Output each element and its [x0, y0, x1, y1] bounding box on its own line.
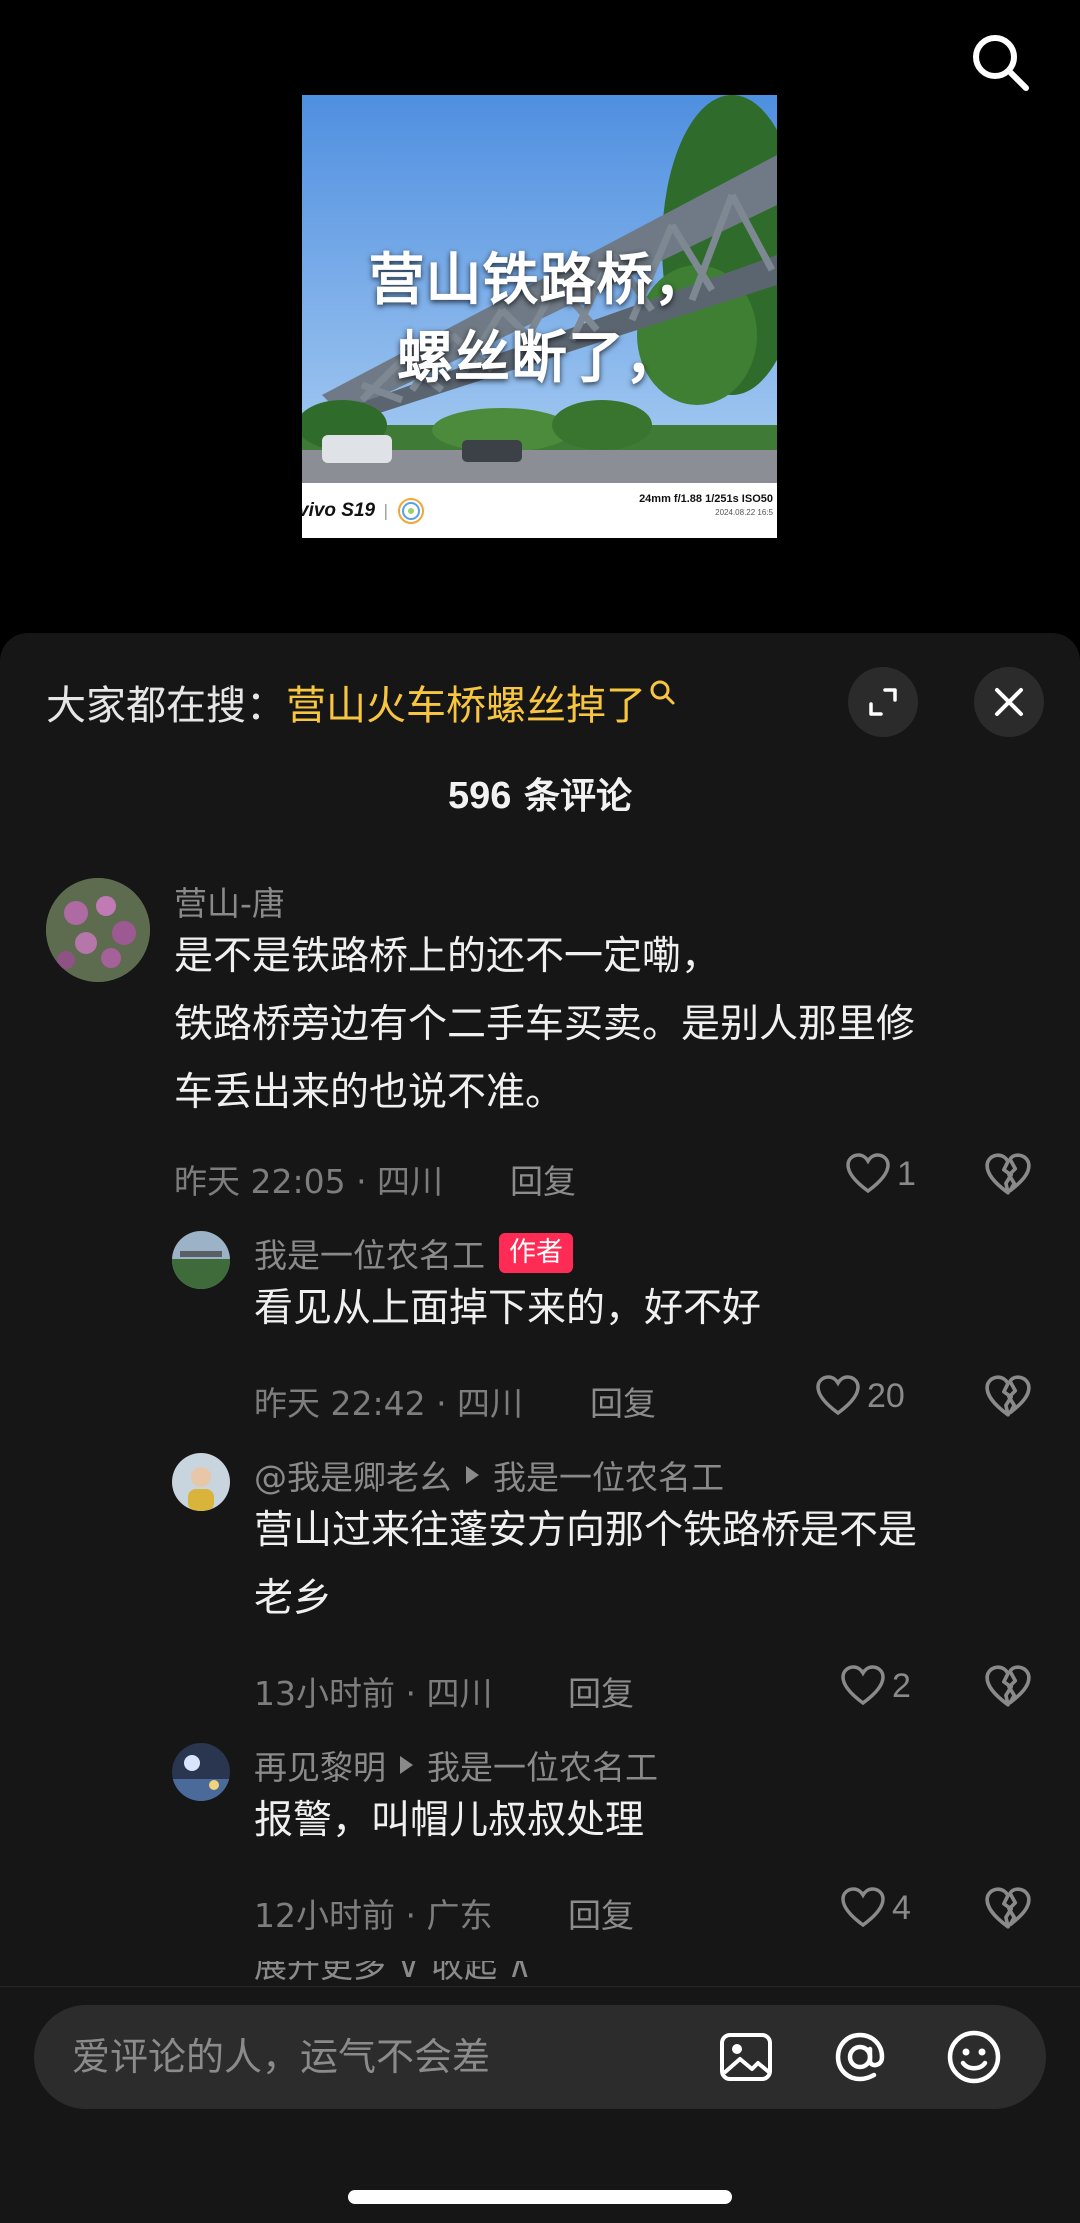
- avatar[interactable]: [172, 1453, 230, 1511]
- image-icon: [720, 2033, 772, 2081]
- expand-collapse-text: 展开更多 ∨ 收起 ∧: [254, 1961, 532, 1985]
- comment-input-placeholder[interactable]: 爱评论的人，运气不会差: [72, 2005, 490, 2109]
- like-count: 20: [867, 1376, 905, 1415]
- comment-author[interactable]: 营山-唐: [174, 877, 285, 925]
- reply-arrow-icon: [400, 1756, 413, 1774]
- emoji-icon: [947, 2030, 1001, 2084]
- expand-sheet-button[interactable]: [848, 667, 918, 737]
- mention-button[interactable]: [830, 2027, 890, 2087]
- close-icon: [995, 688, 1023, 716]
- search-small-icon: [650, 680, 675, 705]
- trending-search[interactable]: 大家都在搜： 营山火车桥螺丝掉了: [46, 673, 676, 731]
- reply-button[interactable]: 回复: [568, 1667, 634, 1715]
- exif-info: 24mm f/1.88 1/251s ISO50 2024.08.22 16:5: [639, 493, 773, 517]
- comments-sheet: 大家都在搜： 营山火车桥螺丝掉了 596 条评论 营山-唐 是不是铁路桥上的还不…: [0, 633, 1080, 2223]
- avatar[interactable]: [172, 1231, 230, 1289]
- broken-heart-icon[interactable]: [984, 1151, 1032, 1199]
- comment-author-name: 再见黎明: [254, 1748, 386, 1787]
- comment-input[interactable]: 爱评论的人，运气不会差: [34, 2005, 1046, 2109]
- reply-button[interactable]: 回复: [510, 1155, 576, 1203]
- comment-input-area: 爱评论的人，运气不会差: [0, 1986, 1080, 2223]
- reply-to-name: 我是一位农名工: [427, 1748, 658, 1787]
- comment-meta: 昨天 22:05 · 四川: [174, 1162, 444, 1201]
- broken-heart-icon[interactable]: [984, 1885, 1032, 1933]
- exif-settings: 24mm f/1.88 1/251s ISO50: [639, 493, 773, 505]
- comment-count-number: 596: [448, 775, 512, 817]
- comment-text: 报警，叫帽儿叔叔处理: [254, 1798, 645, 1843]
- comment-count: 596 条评论: [0, 767, 1080, 819]
- comment-text-line2: 铁路桥旁边有个二手车买卖。是别人那里修: [174, 1002, 916, 1047]
- image-button[interactable]: [716, 2027, 776, 2087]
- trending-search-label: 大家都在搜：: [46, 683, 286, 729]
- reply-arrow-icon: [466, 1466, 479, 1484]
- home-indicator[interactable]: [348, 2190, 732, 2204]
- comment-meta: 12小时前 · 广东: [254, 1896, 493, 1935]
- reply-button[interactable]: 回复: [590, 1377, 656, 1425]
- emoji-button[interactable]: [944, 2027, 1004, 2087]
- search-icon: [973, 35, 1029, 91]
- video-caption-line1: 营山铁路桥，: [368, 248, 711, 313]
- video-player[interactable]: 营山铁路桥， 螺丝断了， vivo S19 | 24mm f/1.88 1/25…: [0, 0, 1080, 640]
- broken-heart-icon[interactable]: [984, 1663, 1032, 1711]
- like-count: 4: [892, 1888, 911, 1927]
- video-caption-line2: 螺丝断了，: [397, 326, 682, 391]
- video-thumbnail[interactable]: 营山铁路桥， 螺丝断了， vivo S19 | 24mm f/1.88 1/25…: [302, 95, 777, 538]
- close-sheet-button[interactable]: [974, 667, 1044, 737]
- heart-icon: [846, 1153, 890, 1194]
- comment-text-line3: 车丢出来的也说不准。: [174, 1070, 565, 1115]
- reply-to-name: 我是一位农名工: [493, 1458, 724, 1497]
- brand-separator: |: [383, 501, 389, 520]
- like-button[interactable]: 4: [840, 1885, 911, 1931]
- comment-count-suffix: 条评论: [511, 776, 632, 817]
- comment-text-line1: 营山过来往蓬安方向那个铁路桥是不是: [254, 1508, 918, 1553]
- exif-date: 2024.08.22 16:5: [715, 508, 773, 517]
- search-button[interactable]: [962, 24, 1038, 100]
- zeiss-logo-icon: [397, 497, 424, 524]
- like-button[interactable]: 1: [845, 1151, 916, 1197]
- avatar-flowers-icon: [46, 878, 150, 982]
- heart-icon: [841, 1665, 885, 1706]
- comment-text-line1: 是不是铁路桥上的还不一定嘞，: [174, 934, 721, 979]
- heart-icon: [816, 1375, 860, 1416]
- expand-icon: [869, 688, 897, 716]
- reply-button[interactable]: 回复: [568, 1889, 634, 1937]
- like-count: 1: [897, 1154, 916, 1193]
- avatar[interactable]: [46, 878, 150, 982]
- camera-brand: vivo S19: [302, 499, 376, 521]
- avatar-landscape-icon: [172, 1231, 230, 1289]
- comment-text-line2: 老乡: [254, 1576, 333, 1621]
- comment-author[interactable]: 我是一位农名工 作者: [254, 1229, 573, 1277]
- avatar[interactable]: [172, 1743, 230, 1801]
- avatar-person-icon: [172, 1453, 230, 1511]
- like-button[interactable]: 2: [840, 1663, 911, 1709]
- comment-author-name: 我是一位农名工: [254, 1236, 485, 1275]
- like-count: 2: [892, 1666, 911, 1705]
- comment-text: 看见从上面掉下来的，好不好: [254, 1286, 762, 1331]
- avatar-night-icon: [172, 1743, 230, 1801]
- broken-heart-icon[interactable]: [984, 1373, 1032, 1421]
- camera-watermark-strip: vivo S19 | 24mm f/1.88 1/251s ISO50 2024…: [302, 483, 777, 538]
- author-badge: 作者: [499, 1233, 573, 1273]
- trending-search-term[interactable]: 营山火车桥螺丝掉了: [286, 673, 646, 731]
- comment-meta: 13小时前 · 四川: [254, 1674, 493, 1713]
- comment-meta: 昨天 22:42 · 四川: [254, 1384, 524, 1423]
- like-button[interactable]: 20: [815, 1373, 905, 1419]
- at-icon: [835, 2032, 885, 2082]
- comment-author[interactable]: 再见黎明 我是一位农名工: [254, 1741, 658, 1789]
- heart-icon: [841, 1887, 885, 1928]
- comment-author-name: @我是卿老幺: [254, 1458, 452, 1497]
- comment-author[interactable]: @我是卿老幺 我是一位农名工: [254, 1451, 724, 1499]
